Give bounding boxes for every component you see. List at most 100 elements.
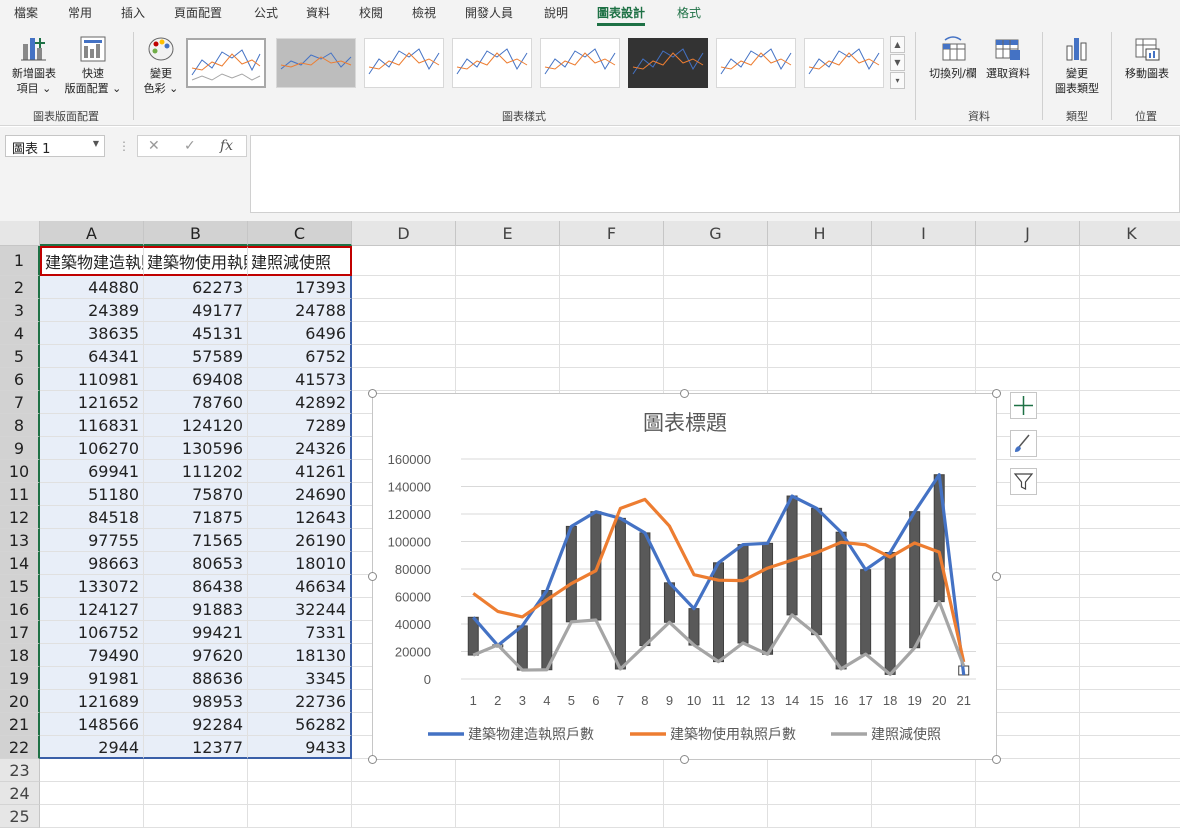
cell[interactable] (1080, 759, 1180, 782)
row-header[interactable]: 9 (0, 437, 40, 460)
cell[interactable] (664, 322, 768, 345)
column-header[interactable]: C (248, 221, 352, 246)
chart-title[interactable]: 圖表標題 (643, 412, 727, 435)
up-down-bar[interactable] (688, 608, 700, 646)
column-header[interactable]: H (768, 221, 872, 246)
up-down-bar[interactable] (565, 525, 577, 623)
name-box[interactable]: 圖表 1 ▼ (5, 135, 105, 157)
column-header[interactable]: G (664, 221, 768, 246)
row-header[interactable]: 15 (0, 575, 40, 598)
row-header[interactable]: 5 (0, 345, 40, 368)
chart-style-5[interactable] (540, 38, 620, 88)
x-axis[interactable]: 1 2 3 4 5 6 7 8 9 10 11 12 13 14 15 16 17 18 19 20 21 (470, 693, 971, 708)
column-header[interactable]: F (560, 221, 664, 246)
switch-row-column-button[interactable]: 切換列/欄 (922, 34, 984, 81)
cell[interactable] (1080, 368, 1180, 391)
add-chart-element-button[interactable]: 新增圖表 項目 ⌄ (6, 34, 62, 96)
cell[interactable] (768, 345, 872, 368)
cell[interactable] (976, 276, 1080, 299)
cell[interactable] (1080, 506, 1180, 529)
cell[interactable] (352, 322, 456, 345)
cell[interactable] (1080, 598, 1180, 621)
data-cell[interactable]: 38635 (40, 322, 144, 345)
data-cell[interactable]: 98663 (40, 552, 144, 575)
data-cell[interactable]: 49177 (144, 299, 248, 322)
legend-label[interactable]: 建照減使照 (871, 726, 941, 742)
chart-style-3[interactable] (364, 38, 444, 88)
cell[interactable] (976, 322, 1080, 345)
tab-10[interactable]: 圖表設計 (597, 4, 646, 26)
cell[interactable] (872, 759, 976, 782)
chart-style-6[interactable] (628, 38, 708, 88)
data-cell[interactable]: 12643 (248, 506, 352, 529)
data-cell[interactable]: 78760 (144, 391, 248, 414)
chart-style-4[interactable] (452, 38, 532, 88)
row-header[interactable]: 8 (0, 414, 40, 437)
styles-more-button[interactable]: ▾ (890, 72, 905, 89)
data-cell[interactable]: 64341 (40, 345, 144, 368)
row-header[interactable]: 21 (0, 713, 40, 736)
row-header[interactable]: 17 (0, 621, 40, 644)
cell[interactable] (976, 299, 1080, 322)
up-down-bar[interactable] (909, 511, 921, 649)
cell[interactable] (872, 368, 976, 391)
row-header[interactable]: 16 (0, 598, 40, 621)
cell[interactable] (1080, 667, 1180, 690)
row-header[interactable]: 18 (0, 644, 40, 667)
cell[interactable] (560, 276, 664, 299)
resize-handle[interactable] (368, 572, 377, 581)
resize-handle[interactable] (992, 389, 1001, 398)
chart-styles-button[interactable] (1010, 430, 1037, 457)
cell[interactable] (872, 345, 976, 368)
chart-style-1[interactable] (186, 38, 266, 88)
cell[interactable] (352, 345, 456, 368)
cell[interactable] (1080, 437, 1180, 460)
data-cell[interactable]: 97620 (144, 644, 248, 667)
cell[interactable] (664, 299, 768, 322)
formula-input[interactable] (250, 135, 1180, 213)
up-down-bar[interactable] (713, 562, 724, 663)
data-cell[interactable]: 24788 (248, 299, 352, 322)
confirm-icon[interactable]: ✓ (184, 138, 196, 154)
cell[interactable] (560, 368, 664, 391)
row-header[interactable]: 24 (0, 782, 40, 805)
column-header[interactable]: I (872, 221, 976, 246)
change-colors-button[interactable]: 變更 色彩 ⌄ (138, 34, 184, 96)
cell[interactable] (560, 759, 664, 782)
cell[interactable] (1080, 644, 1180, 667)
data-cell[interactable]: 2944 (40, 736, 144, 759)
row-header[interactable]: 4 (0, 322, 40, 345)
cell[interactable] (560, 299, 664, 322)
data-cell[interactable]: 3345 (248, 667, 352, 690)
data-cell[interactable]: 148566 (40, 713, 144, 736)
row-header[interactable]: 13 (0, 529, 40, 552)
data-cell[interactable]: 6752 (248, 345, 352, 368)
row-header[interactable]: 10 (0, 460, 40, 483)
data-cell[interactable]: 88636 (144, 667, 248, 690)
resize-handle[interactable] (368, 389, 377, 398)
up-down-bar[interactable] (811, 507, 823, 636)
up-down-bar[interactable] (614, 517, 626, 670)
cell[interactable] (1080, 552, 1180, 575)
cell[interactable] (352, 759, 456, 782)
data-cell[interactable]: 97755 (40, 529, 144, 552)
insert-function-icon[interactable]: fx (220, 138, 233, 154)
chart-style-7[interactable] (716, 38, 796, 88)
cell[interactable] (456, 322, 560, 345)
up-down-bar[interactable] (860, 569, 872, 655)
cell[interactable] (1080, 246, 1180, 276)
cell[interactable] (1080, 391, 1180, 414)
tab-7[interactable]: 檢視 (412, 4, 436, 21)
chart-elements-button[interactable] (1010, 392, 1037, 419)
cell[interactable] (1080, 529, 1180, 552)
cell[interactable] (1080, 414, 1180, 437)
tab-6[interactable]: 校閱 (359, 4, 383, 21)
data-cell[interactable]: 79490 (40, 644, 144, 667)
data-cell[interactable]: 51180 (40, 483, 144, 506)
data-cell[interactable]: 71565 (144, 529, 248, 552)
data-cell[interactable]: 106752 (40, 621, 144, 644)
data-cell[interactable]: 56282 (248, 713, 352, 736)
data-cell[interactable]: 130596 (144, 437, 248, 460)
row-header[interactable]: 11 (0, 483, 40, 506)
row-header[interactable]: 6 (0, 368, 40, 391)
